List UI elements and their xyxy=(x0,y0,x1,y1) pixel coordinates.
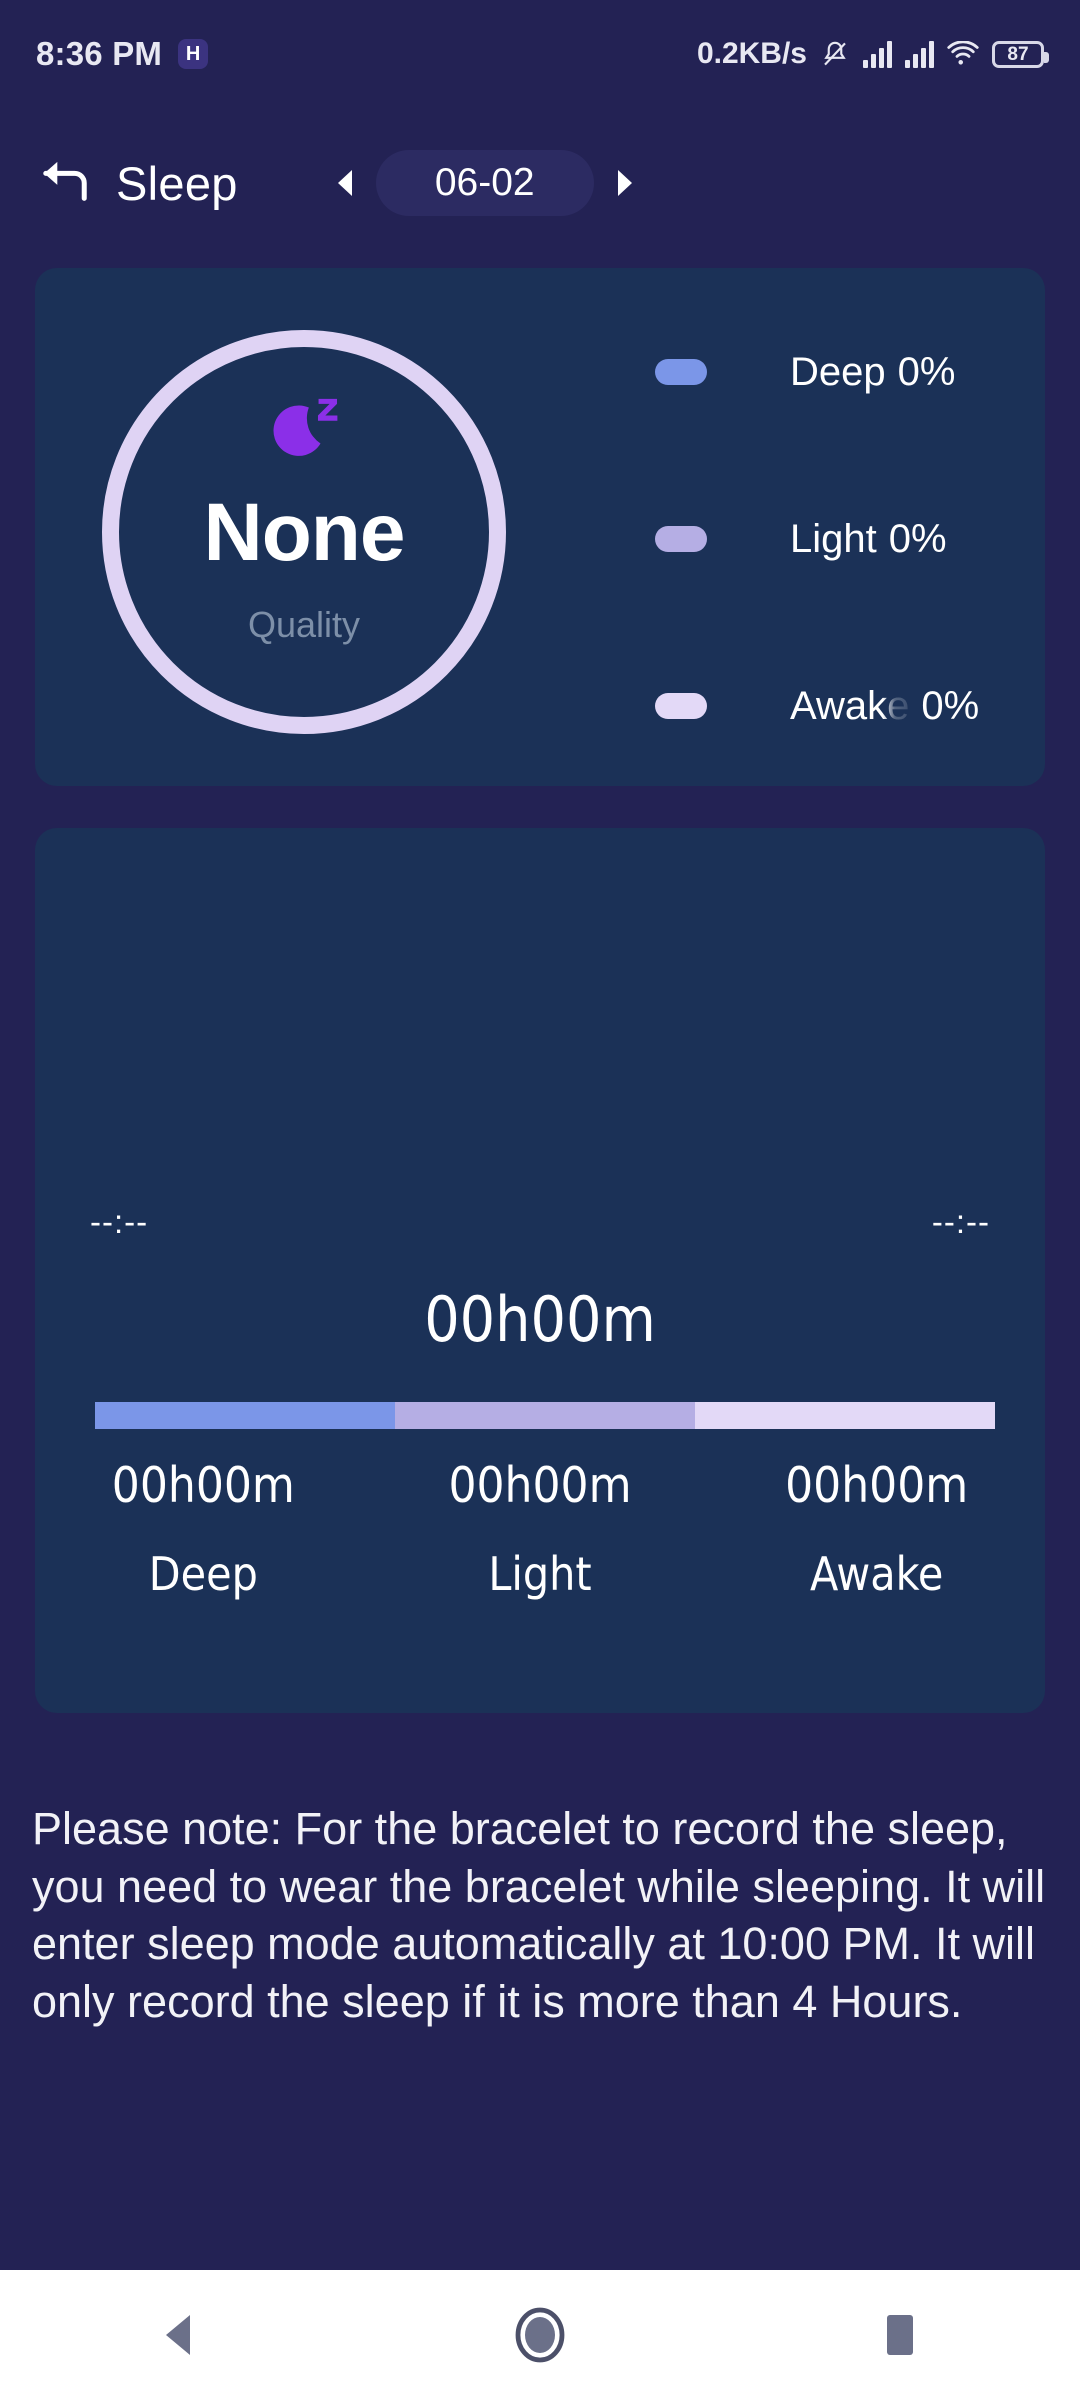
sleep-stage-bar xyxy=(95,1402,995,1429)
legend-label-awake: Awake xyxy=(790,683,910,728)
quality-value: None xyxy=(203,487,406,578)
signal-bars-sim2-icon xyxy=(905,40,934,68)
stage-segment-deep xyxy=(95,1402,395,1429)
stat-value-light: 00h00m xyxy=(448,1457,632,1514)
stat-value-awake: 00h00m xyxy=(785,1457,969,1514)
sleep-screen: 8:36 PM H 0.2KB/s 87 Sleep 06-02 None Qu… xyxy=(0,0,1080,2400)
legend-percent-awake: 0% xyxy=(921,683,980,728)
stat-label-awake: Awake xyxy=(809,1547,944,1602)
network-speed: 0.2KB/s xyxy=(696,37,807,70)
chevron-left-icon[interactable] xyxy=(328,163,362,203)
date-navigator: 06-02 xyxy=(328,150,642,216)
sleep-note-text: Please note: For the bracelet to record … xyxy=(32,1803,1046,2027)
sleep-end-time: --:-- xyxy=(931,1203,990,1240)
app-header: Sleep 06-02 xyxy=(0,108,1080,258)
status-bar-right: 0.2KB/s 87 xyxy=(696,37,1049,71)
app-badge-icon: H xyxy=(178,39,209,69)
sleep-time-range: --:-- --:-- xyxy=(35,1203,1045,1241)
date-value[interactable]: 06-02 xyxy=(375,150,594,216)
legend-item-awake: Awake 0% xyxy=(655,678,1025,734)
stat-label-deep: Deep xyxy=(148,1547,258,1602)
chevron-right-icon[interactable] xyxy=(608,163,642,203)
stat-value-deep: 00h00m xyxy=(111,1457,295,1514)
status-time: 8:36 PM xyxy=(36,35,163,72)
sleep-stage-legend: Deep 0% Light 0% Awake 0% xyxy=(655,344,1025,734)
legend-swatch-awake xyxy=(655,693,707,719)
legend-item-light: Light 0% xyxy=(655,511,1025,567)
legend-label-light: Light xyxy=(790,516,877,561)
status-bar: 8:36 PM H 0.2KB/s 87 xyxy=(0,0,1080,108)
nav-recents-icon[interactable] xyxy=(820,2270,980,2400)
stage-segment-awake xyxy=(695,1402,995,1429)
legend-percent-deep: 0% xyxy=(897,349,956,394)
legend-label-deep: Deep xyxy=(790,349,886,394)
system-navigation-bar xyxy=(0,2270,1080,2400)
stat-awake: 00h00m Awake xyxy=(708,1455,1045,1604)
sleep-quality-card: None Quality Deep 0% Light 0% Awake 0% xyxy=(35,268,1045,786)
legend-item-deep: Deep 0% xyxy=(655,344,1025,400)
nav-home-icon[interactable] xyxy=(460,2270,620,2400)
battery-level: 87 xyxy=(1007,43,1029,65)
stat-light: 00h00m Light xyxy=(372,1455,709,1604)
quality-ring: None Quality xyxy=(102,330,506,734)
back-arrow-icon[interactable] xyxy=(30,148,100,218)
wifi-icon xyxy=(947,41,979,67)
signal-bars-sim1-icon xyxy=(863,40,892,68)
quality-label: Quality xyxy=(247,604,361,645)
nav-back-icon[interactable] xyxy=(100,2270,260,2400)
sleep-start-time: --:-- xyxy=(90,1203,149,1240)
moon-sleep-icon xyxy=(265,393,343,464)
notification-muted-icon xyxy=(820,39,850,69)
status-bar-left: 8:36 PM H xyxy=(36,35,209,73)
total-sleep-duration: 00h00m xyxy=(424,1283,656,1356)
legend-swatch-deep xyxy=(655,359,707,385)
legend-percent-light: 0% xyxy=(888,516,947,561)
legend-swatch-light xyxy=(655,526,707,552)
stat-label-light: Light xyxy=(488,1547,592,1602)
page-title: Sleep xyxy=(116,156,238,210)
stage-segment-light xyxy=(395,1402,695,1429)
stat-deep: 00h00m Deep xyxy=(35,1455,372,1604)
battery-icon: 87 xyxy=(992,40,1049,68)
sleep-stage-stats: 00h00m Deep 00h00m Light 00h00m Awake xyxy=(35,1455,1045,1604)
